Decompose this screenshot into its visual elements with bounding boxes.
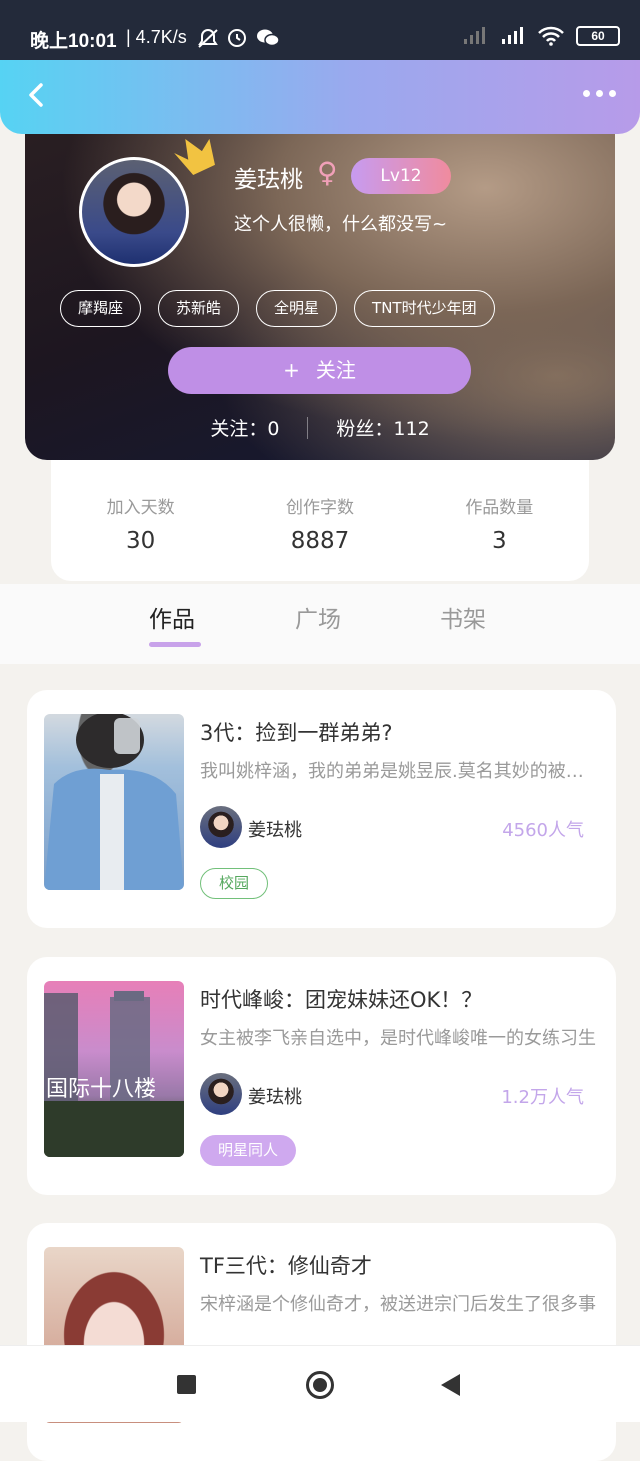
work-popularity: 4560人气 bbox=[502, 820, 584, 841]
level-badge: Lv12 bbox=[351, 158, 451, 194]
stats-panel: 加入天数 30 创作字数 8887 作品数量 3 bbox=[51, 460, 589, 581]
divider bbox=[307, 416, 309, 439]
system-nav-bar bbox=[0, 1345, 640, 1422]
follow-counts: 关注：0 粉丝：112 bbox=[25, 414, 615, 441]
cover-illustration bbox=[44, 991, 184, 1157]
tag-list: 摩羯座 苏新皓 全明星 TNT时代少年团 bbox=[60, 290, 495, 327]
stat-label: 创作字数 bbox=[285, 498, 354, 518]
nav-bar bbox=[0, 60, 640, 134]
work-title: 时代峰峻：团宠妹妹还OK！？ bbox=[200, 988, 483, 1012]
following-count[interactable]: 关注：0 bbox=[210, 414, 279, 441]
stat-join-days: 加入天数 30 bbox=[51, 460, 230, 581]
wifi-icon bbox=[538, 26, 564, 46]
profile-tag[interactable]: 全明星 bbox=[256, 290, 338, 327]
more-dots-icon[interactable] bbox=[583, 90, 616, 97]
profile-tag[interactable]: 摩羯座 bbox=[60, 290, 142, 327]
signal-off-icon bbox=[464, 27, 485, 44]
chevron-left-icon[interactable] bbox=[22, 80, 52, 110]
battery-icon: 60 bbox=[576, 26, 620, 46]
status-time: 晚上10:01 bbox=[30, 31, 117, 52]
tab-square[interactable]: 广场 bbox=[295, 600, 341, 634]
work-cover: 国际十八楼 bbox=[44, 981, 184, 1157]
signal-icon bbox=[502, 27, 523, 44]
stat-work-count: 作品数量 3 bbox=[410, 460, 589, 581]
author-avatar bbox=[200, 1073, 242, 1115]
work-desc: 宋梓涵是个修仙奇才，被送进宗门后发生了很多事 bbox=[200, 1294, 596, 1315]
tab-bar: 作品 广场 书架 bbox=[0, 584, 640, 664]
follow-label: 关注 bbox=[315, 358, 356, 382]
work-author: 姜珐桃 bbox=[248, 1087, 302, 1108]
stat-value: 8887 bbox=[290, 528, 350, 554]
cover-illustration bbox=[44, 714, 184, 890]
username: 姜珐桃 bbox=[234, 167, 303, 193]
work-card[interactable]: 3代：捡到一群弟弟? 我叫姚梓涵，我的弟弟是姚昱辰.莫名其妙的被一群弟弟缠上了 … bbox=[27, 690, 616, 928]
back-triangle-icon[interactable] bbox=[441, 1374, 460, 1396]
work-title: TF三代：修仙奇才 bbox=[200, 1254, 372, 1278]
follow-button[interactable]: + 关注 bbox=[168, 347, 471, 394]
work-cover bbox=[44, 714, 184, 890]
stat-value: 3 bbox=[492, 528, 507, 554]
tab-works[interactable]: 作品 bbox=[149, 600, 195, 634]
alarm-icon bbox=[228, 29, 246, 47]
profile-tag[interactable]: TNT时代少年团 bbox=[354, 290, 495, 327]
bell-off-icon bbox=[198, 29, 218, 48]
work-title: 3代：捡到一群弟弟? bbox=[200, 721, 393, 745]
work-author: 姜珐桃 bbox=[248, 820, 302, 841]
stat-label: 加入天数 bbox=[106, 498, 175, 518]
work-card[interactable]: 国际十八楼 时代峰峻：团宠妹妹还OK！？ 女主被李飞亲自选中，是时代峰峻唯一的女… bbox=[27, 957, 616, 1195]
stat-label: 作品数量 bbox=[465, 498, 534, 518]
fans-count[interactable]: 粉丝：112 bbox=[336, 414, 429, 441]
recent-apps-icon[interactable] bbox=[177, 1375, 196, 1394]
status-speed: | 4.7K/s bbox=[126, 27, 187, 47]
home-icon[interactable] bbox=[306, 1371, 334, 1399]
wechat-icon bbox=[257, 29, 280, 47]
crown-icon bbox=[174, 138, 215, 176]
bio: 这个人很懒，什么都没写~ bbox=[234, 214, 448, 235]
work-tag[interactable]: 校园 bbox=[200, 868, 269, 899]
profile-header: 姜珐桃 ♀ Lv12 这个人很懒，什么都没写~ 摩羯座 苏新皓 全明星 TNT时… bbox=[25, 120, 615, 460]
tab-indicator bbox=[149, 642, 201, 647]
work-desc: 女主被李飞亲自选中，是时代峰峻唯一的女练习生 bbox=[200, 1028, 596, 1049]
status-bar: 晚上10:01 | 4.7K/s 60 bbox=[0, 0, 640, 62]
work-tag[interactable]: 明星同人 bbox=[200, 1135, 297, 1166]
work-popularity: 1.2万人气 bbox=[501, 1087, 584, 1108]
stat-word-count: 创作字数 8887 bbox=[230, 460, 409, 581]
work-desc: 我叫姚梓涵，我的弟弟是姚昱辰.莫名其妙的被一群弟弟缠上了 bbox=[200, 761, 596, 782]
female-icon: ♀ bbox=[317, 156, 338, 189]
author-avatar bbox=[200, 806, 242, 848]
profile-tag[interactable]: 苏新皓 bbox=[158, 290, 240, 327]
stat-value: 30 bbox=[126, 528, 156, 554]
cover-caption: 国际十八楼 bbox=[46, 1077, 157, 1102]
plus-icon: + bbox=[283, 358, 300, 382]
tab-bookshelf[interactable]: 书架 bbox=[440, 600, 486, 634]
work-card[interactable]: TF三代：修仙奇才 宋梓涵是个修仙奇才，被送进宗门后发生了很多事 bbox=[27, 1223, 616, 1461]
